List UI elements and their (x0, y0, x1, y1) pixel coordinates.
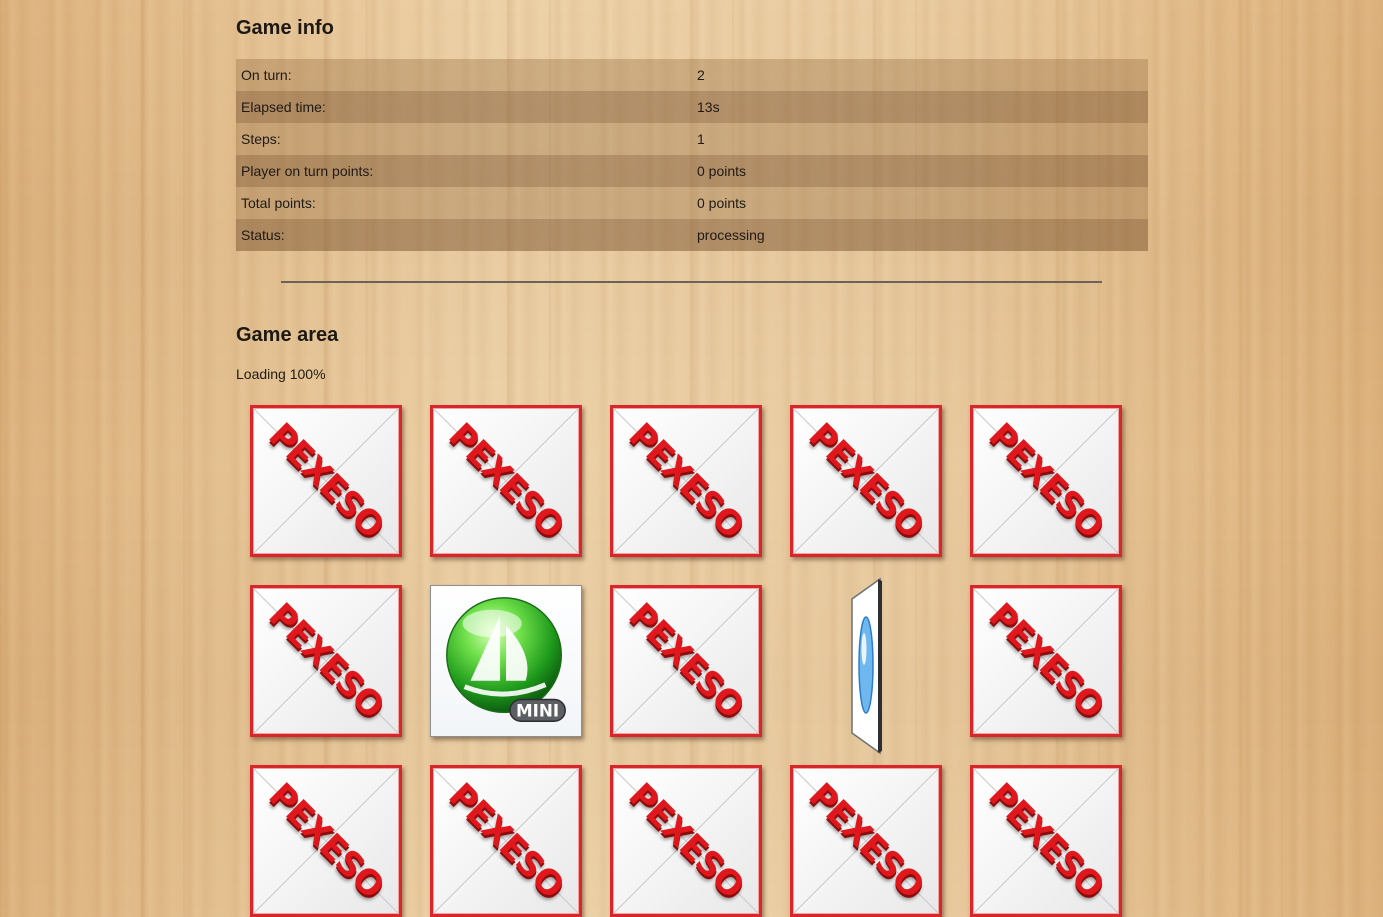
card-face-down[interactable]: PEXESO (250, 585, 402, 737)
card-face-down[interactable]: PEXESO (250, 765, 402, 917)
info-label: Total points: (236, 187, 692, 219)
card-face-down[interactable]: PEXESO (610, 765, 762, 917)
info-row-elapsed-time: Elapsed time: 13s (236, 91, 1148, 123)
info-label: Status: (236, 219, 692, 251)
card-face-down[interactable]: PEXESO (610, 585, 762, 737)
info-label: Steps: (236, 123, 692, 155)
info-label: Elapsed time: (236, 91, 692, 123)
loading-indicator: Loading 100% (236, 366, 326, 382)
flipping-card-icon (851, 577, 882, 755)
info-row-on-turn: On turn: 2 (236, 59, 1148, 91)
green-sphere-sailboat-icon: MINI (446, 597, 566, 722)
mini-badge: MINI (516, 700, 559, 720)
card-face-down[interactable]: PEXESO (970, 585, 1122, 737)
info-value: 13s (692, 91, 1148, 123)
info-value: processing (692, 219, 1148, 251)
info-row-total-points: Total points: 0 points (236, 187, 1148, 219)
card-face-down[interactable]: PEXESO (970, 405, 1122, 557)
info-value: 2 (692, 59, 1148, 91)
card-face-down[interactable]: PEXESO (790, 405, 942, 557)
card-face-up[interactable]: MINI (430, 585, 582, 737)
game-info-heading: Game info (236, 17, 334, 39)
card-face-down[interactable]: PEXESO (430, 765, 582, 917)
section-divider (281, 281, 1102, 283)
info-row-steps: Steps: 1 (236, 123, 1148, 155)
info-value: 0 points (692, 187, 1148, 219)
card-face-down[interactable]: PEXESO (610, 405, 762, 557)
info-row-player-points: Player on turn points: 0 points (236, 155, 1148, 187)
info-label: On turn: (236, 59, 692, 91)
info-value: 1 (692, 123, 1148, 155)
card-face-down[interactable]: PEXESO (430, 405, 582, 557)
info-value: 0 points (692, 155, 1148, 187)
game-area-heading: Game area (236, 324, 339, 346)
card-face-down[interactable]: PEXESO (970, 765, 1122, 917)
info-row-status: Status: processing (236, 219, 1148, 251)
game-info-table: On turn: 2 Elapsed time: 13s Steps: 1 Pl… (236, 59, 1148, 251)
info-label: Player on turn points: (236, 155, 692, 187)
card-flipping[interactable] (790, 577, 942, 755)
card-face-down[interactable]: PEXESO (250, 405, 402, 557)
card-face-down[interactable]: PEXESO (790, 765, 942, 917)
